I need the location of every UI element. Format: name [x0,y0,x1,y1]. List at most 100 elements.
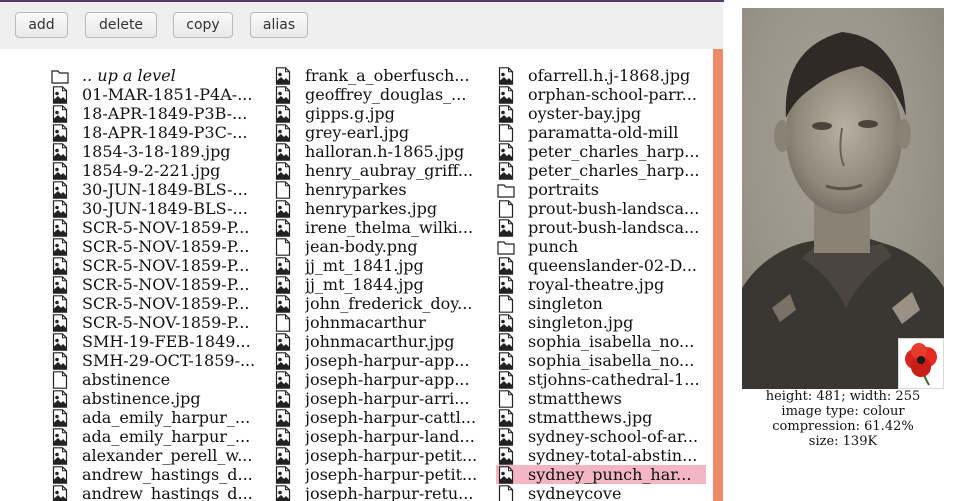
vertical-scrollbar[interactable] [713,49,723,501]
up-a-level-item[interactable]: .. up a level [50,66,260,85]
file-item[interactable]: stjohns-cathedral-1... [496,370,706,389]
file-item[interactable]: paramatta-old-mill [496,123,706,142]
file-item[interactable]: john_frederick_doy... [273,294,483,313]
file-item[interactable]: singleton [496,294,706,313]
file-item[interactable]: grey-earl.jpg [273,123,483,142]
add-button[interactable]: add [15,12,68,38]
image-file-icon [273,199,293,218]
file-item[interactable]: 18-APR-1849-P3C-... [50,123,260,142]
file-item[interactable]: sydney_punch_har... [496,465,706,484]
file-item[interactable]: sophia_isabella_no... [496,351,706,370]
portrait-preview-image [742,8,944,389]
file-item[interactable]: geoffrey_douglas_... [273,85,483,104]
file-item[interactable]: ofarrell.h.j-1868.jpg [496,66,706,85]
file-item[interactable]: 1854-3-18-189.jpg [50,142,260,161]
file-item[interactable]: sydney-total-abstin... [496,446,706,465]
file-item[interactable]: alexander_perell_w... [50,446,260,465]
file-item[interactable]: henryparkes.jpg [273,199,483,218]
file-item[interactable]: SCR-5-NOV-1859-P... [50,237,260,256]
file-item[interactable]: peter_charles_harp... [496,161,706,180]
file-item[interactable]: sydneycove [496,484,706,501]
file-item[interactable]: SCR-5-NOV-1859-P... [50,218,260,237]
file-name: royal-theatre.jpg [528,275,665,294]
file-item[interactable]: andrew_hastings_d... [50,484,260,501]
image-file-icon [50,275,70,294]
blank-file-icon [496,199,516,218]
delete-button[interactable]: delete [85,12,157,38]
file-item[interactable]: oyster-bay.jpg [496,104,706,123]
file-item[interactable]: 30-JUN-1849-BLS-... [50,199,260,218]
image-file-icon [496,161,516,180]
file-item[interactable]: abstinence.jpg [50,389,260,408]
file-item[interactable]: jean-body.png [273,237,483,256]
file-name: 18-APR-1849-P3C-... [82,123,248,142]
file-item[interactable]: ada_emily_harpur_... [50,408,260,427]
file-item[interactable]: peter_charles_harp... [496,142,706,161]
file-item[interactable]: johnmacarthur.jpg [273,332,483,351]
file-column-1: .. up a level 01-MAR-1851-P4A-... 18-APR-1… [50,66,260,501]
image-file-icon [496,275,516,294]
file-item[interactable]: joseph-harpur-arri... [273,389,483,408]
file-name: gipps.g.jpg [305,104,395,123]
file-item[interactable]: halloran.h-1865.jpg [273,142,483,161]
image-file-icon [273,85,293,104]
file-item[interactable]: SMH-19-FEB-1849... [50,332,260,351]
file-item[interactable]: queenslander-02-D... [496,256,706,275]
file-item[interactable]: prout-bush-landsca... [496,218,706,237]
file-name: SMH-29-OCT-1859-... [82,351,256,370]
file-item[interactable]: portraits [496,180,706,199]
file-item[interactable]: joseph-harpur-land... [273,427,483,446]
file-item[interactable]: irene_thelma_wilki... [273,218,483,237]
file-item[interactable]: joseph-harpur-app... [273,370,483,389]
file-item[interactable]: stmatthews.jpg [496,408,706,427]
file-item[interactable]: prout-bush-landsca... [496,199,706,218]
file-item[interactable]: frank_a_oberfusch... [273,66,483,85]
file-item[interactable]: 01-MAR-1851-P4A-... [50,85,260,104]
file-item[interactable]: SCR-5-NOV-1859-P... [50,294,260,313]
image-file-icon [50,446,70,465]
file-item[interactable]: singleton.jpg [496,313,706,332]
file-item[interactable]: andrew_hastings_d... [50,465,260,484]
file-item[interactable]: SMH-29-OCT-1859-... [50,351,260,370]
image-file-icon [50,427,70,446]
file-item[interactable]: gipps.g.jpg [273,104,483,123]
file-name: portraits [528,180,599,199]
file-item[interactable]: abstinence [50,370,260,389]
copy-button[interactable]: copy [173,12,233,38]
file-item[interactable]: SCR-5-NOV-1859-P... [50,256,260,275]
image-file-icon [273,275,293,294]
file-item[interactable]: ada_emily_harpur_... [50,427,260,446]
image-file-icon [273,484,293,501]
file-item[interactable]: royal-theatre.jpg [496,275,706,294]
image-file-icon [50,294,70,313]
file-item[interactable]: joseph-harpur-app... [273,351,483,370]
file-item[interactable]: sophia_isabella_no... [496,332,706,351]
image-file-icon [496,465,516,484]
file-item[interactable]: punch [496,237,706,256]
file-item[interactable]: 18-APR-1849-P3B-... [50,104,260,123]
alias-button[interactable]: alias [250,12,308,38]
file-item[interactable]: sydney-school-of-ar... [496,427,706,446]
file-item[interactable]: joseph-harpur-petit... [273,465,483,484]
file-item[interactable]: joseph-harpur-retu... [273,484,483,501]
file-item[interactable]: joseph-harpur-cattl... [273,408,483,427]
file-item[interactable]: stmatthews [496,389,706,408]
file-item[interactable]: 30-JUN-1849-BLS-... [50,180,260,199]
poppy-badge-image [898,338,944,389]
file-name: paramatta-old-mill [528,123,679,142]
file-item[interactable]: joseph-harpur-petit... [273,446,483,465]
file-item[interactable]: SCR-5-NOV-1859-P... [50,275,260,294]
file-item[interactable]: 1854-9-2-221.jpg [50,161,260,180]
file-item[interactable]: henryparkes [273,180,483,199]
file-item[interactable]: jj_mt_1844.jpg [273,275,483,294]
file-name: alexander_perell_w... [82,446,253,465]
file-column-3: ofarrell.h.j-1868.jpg orphan-school-parr.… [496,66,706,501]
image-file-icon [273,332,293,351]
file-item[interactable]: SCR-5-NOV-1859-P... [50,313,260,332]
file-item[interactable]: henry_aubray_griff... [273,161,483,180]
file-item[interactable]: orphan-school-parr... [496,85,706,104]
file-item[interactable]: johnmacarthur [273,313,483,332]
image-dimensions: height: 481; width: 255 [765,389,921,404]
image-file-icon [50,389,70,408]
file-item[interactable]: jj_mt_1841.jpg [273,256,483,275]
